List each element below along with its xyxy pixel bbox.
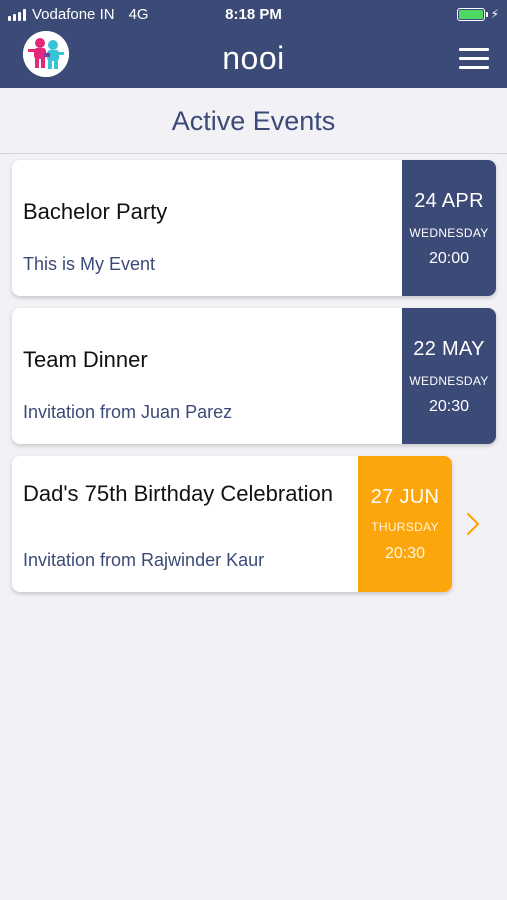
event-card-team-dinner[interactable]: Team Dinner Invitation from Juan Parez 2… — [12, 308, 496, 444]
event-weekday: WEDNESDAY — [409, 374, 489, 388]
app-title: nooi — [222, 40, 285, 76]
event-date: 24 APR — [414, 190, 484, 212]
event-subtitle: This is My Event — [23, 254, 156, 274]
page-title: Active Events — [171, 106, 336, 136]
event-weekday: WEDNESDAY — [409, 226, 489, 240]
event-weekday: THURSDAY — [371, 520, 439, 534]
event-time: 20:30 — [428, 398, 470, 415]
battery-icon — [456, 7, 485, 21]
event-card-bachelor-party[interactable]: Bachelor Party This is My Event 24 APR W… — [12, 160, 496, 296]
event-date-box: 22 MAY WEDNESDAY 20:30 — [402, 308, 496, 444]
page-title-bar: Active Events — [0, 88, 507, 154]
signal-strength-icon — [8, 8, 26, 21]
event-date-box: 24 APR WEDNESDAY 20:00 — [402, 160, 496, 296]
event-title: Dad's 75th Birthday Celebration — [23, 481, 333, 506]
event-time: 20:00 — [428, 250, 470, 267]
status-bar: Vodafone IN 4G 8:18 PM ⚡ — [0, 0, 507, 30]
event-date: 22 MAY — [413, 338, 485, 360]
event-subtitle: Invitation from Juan Parez — [23, 402, 233, 422]
event-card-dads-birthday[interactable]: Dad's 75th Birthday Celebration Invitati… — [12, 456, 452, 592]
chevron-right-icon[interactable] — [466, 512, 480, 536]
event-time: 20:30 — [384, 545, 426, 562]
network-type: 4G — [128, 6, 149, 23]
event-date: 27 JUN — [370, 486, 440, 508]
event-title: Team Dinner — [23, 347, 148, 372]
event-title: Bachelor Party — [23, 199, 168, 224]
hamburger-menu-icon[interactable] — [452, 44, 496, 74]
event-date-box: 27 JUN THURSDAY 20:30 — [358, 456, 452, 592]
carrier-name: Vodafone IN — [32, 6, 115, 23]
charging-icon: ⚡ — [490, 7, 499, 21]
app-header: Vodafone IN 4G 8:18 PM ⚡ nooi — [0, 0, 507, 88]
event-subtitle: Invitation from Rajwinder Kaur — [23, 550, 265, 570]
